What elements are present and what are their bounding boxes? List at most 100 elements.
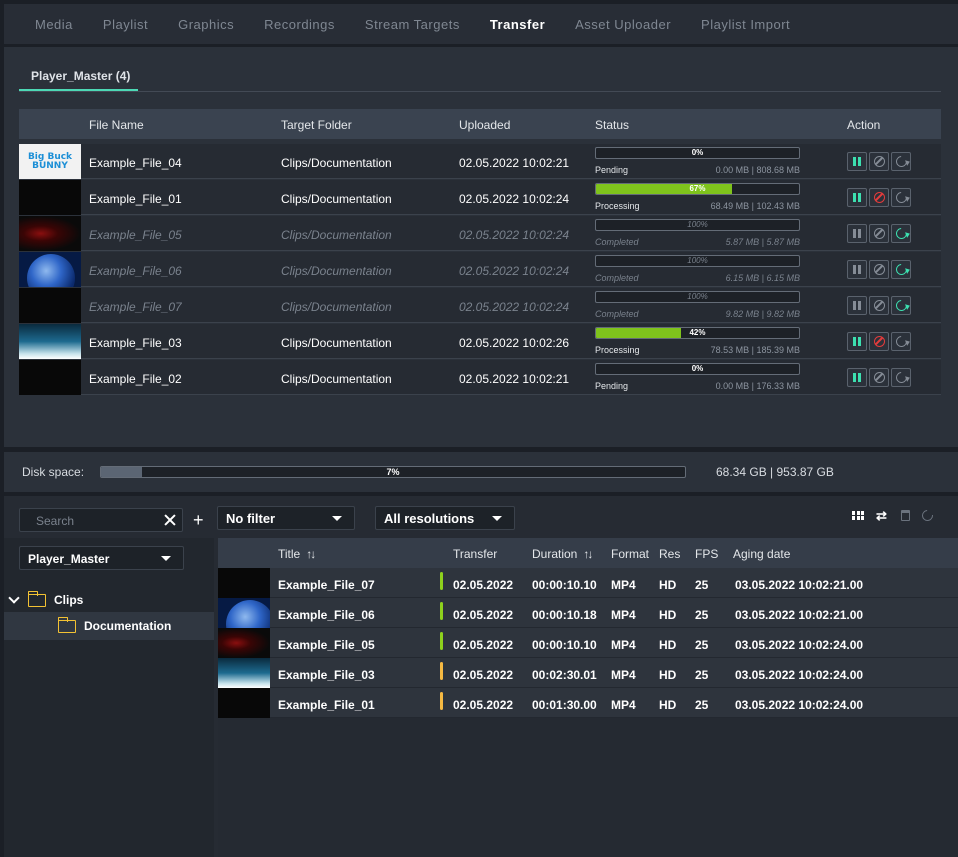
header-status[interactable]: Status xyxy=(595,118,629,132)
progress-bar: 67% xyxy=(595,183,800,195)
header-format[interactable]: Format xyxy=(611,547,649,561)
header-transfer[interactable]: Transfer xyxy=(453,547,497,561)
asset-fps: 25 xyxy=(695,578,709,592)
pause-button[interactable] xyxy=(847,224,867,243)
player-value: Player_Master xyxy=(28,552,110,566)
header-title[interactable]: Title ↑↓ xyxy=(278,547,316,561)
progress-bar: 0% xyxy=(595,147,800,159)
asset-row[interactable]: Example_File_05 02.05.2022 00:00:10.10 MP4 H… xyxy=(218,628,958,658)
disk-space-percent: 7% xyxy=(386,467,400,477)
asset-transfer: 02.05.2022 xyxy=(453,668,514,682)
asset-title: Example_File_01 xyxy=(278,698,375,712)
disk-space-label: Disk space: xyxy=(22,465,85,479)
pause-button[interactable] xyxy=(847,188,867,207)
retry-icon xyxy=(893,333,909,350)
pause-button[interactable] xyxy=(847,332,867,351)
grid-view-icon[interactable] xyxy=(852,510,864,521)
retry-button[interactable] xyxy=(891,152,911,171)
transfer-row[interactable]: Example_File_06 Clips/Documentation 02.05.… xyxy=(19,252,941,287)
pause-icon xyxy=(853,373,861,382)
transfer-flag xyxy=(440,602,443,620)
cancel-button[interactable] xyxy=(869,332,889,351)
retry-button[interactable] xyxy=(891,368,911,387)
player-dropdown[interactable]: Player_Master xyxy=(19,546,184,570)
cancel-button[interactable] xyxy=(869,260,889,279)
retry-button[interactable] xyxy=(891,188,911,207)
asset-row[interactable]: Example_File_07 02.05.2022 00:00:10.10 MP4 H… xyxy=(218,568,958,598)
header-fps[interactable]: FPS xyxy=(695,547,718,561)
transfer-row[interactable]: Example_File_05 Clips/Documentation 02.05.… xyxy=(19,216,941,251)
retry-button[interactable] xyxy=(891,332,911,351)
status-label: Completed xyxy=(595,273,639,283)
resolution-dropdown[interactable]: All resolutions xyxy=(375,506,515,530)
thumbnail xyxy=(19,180,81,215)
asset-row[interactable]: Example_File_03 02.05.2022 00:02:30.01 MP4 H… xyxy=(218,658,958,688)
chevron-down-icon[interactable] xyxy=(8,592,20,604)
pause-button[interactable] xyxy=(847,368,867,387)
transfer-row[interactable]: Example_File_01 Clips/Documentation 02.05.… xyxy=(19,180,941,215)
reload-icon[interactable] xyxy=(919,507,936,524)
tab-transfer[interactable]: Transfer xyxy=(490,17,545,32)
transfer-row[interactable]: Example_File_07 Clips/Documentation 02.05.… xyxy=(19,288,941,323)
target-folder: Clips/Documentation xyxy=(281,228,392,242)
filter-dropdown[interactable]: No filter xyxy=(217,506,355,530)
player-subtab[interactable]: Player_Master (4) xyxy=(19,67,138,91)
pause-button[interactable] xyxy=(847,260,867,279)
tab-playlist-import[interactable]: Playlist Import xyxy=(701,17,790,32)
asset-aging-date: 03.05.2022 10:02:24.00 xyxy=(735,668,864,682)
header-file-name[interactable]: File Name xyxy=(89,118,144,132)
uploaded-time: 02.05.2022 10:02:24 xyxy=(459,300,570,314)
header-aging-date[interactable]: Aging date xyxy=(733,547,790,561)
cancel-icon xyxy=(873,156,885,167)
retry-button[interactable] xyxy=(891,224,911,243)
search-input[interactable]: Search xyxy=(19,508,183,532)
header-target-folder[interactable]: Target Folder xyxy=(281,118,352,132)
add-icon[interactable]: + xyxy=(193,508,204,532)
retry-button[interactable] xyxy=(891,296,911,315)
cancel-icon xyxy=(873,372,885,383)
transfer-row[interactable]: Example_File_03 Clips/Documentation 02.05.… xyxy=(19,324,941,359)
tab-graphics[interactable]: Graphics xyxy=(178,17,234,32)
thumbnail xyxy=(19,324,81,359)
asset-aging-date: 03.05.2022 10:02:24.00 xyxy=(735,698,864,712)
transfer-row[interactable]: Big Buck BUNNY Example_File_04 Clips/Docume… xyxy=(19,144,941,179)
progress-percent: 67% xyxy=(689,184,706,193)
tree-item-documentation[interactable]: Documentation xyxy=(4,612,214,640)
asset-row[interactable]: Example_File_06 02.05.2022 00:00:10.18 MP4 H… xyxy=(218,598,958,628)
chevron-down-icon xyxy=(492,516,502,521)
tab-stream-targets[interactable]: Stream Targets xyxy=(365,17,460,32)
subtab-divider xyxy=(19,91,941,92)
transfer-row[interactable]: Example_File_02 Clips/Documentation 02.05.… xyxy=(19,360,941,395)
pause-button[interactable] xyxy=(847,152,867,171)
sort-icon[interactable]: ↑↓ xyxy=(583,547,593,561)
trash-icon[interactable] xyxy=(901,510,910,521)
sort-icon[interactable]: ↑↓ xyxy=(306,547,316,561)
transfer-status: 42% Processing 78.53 MB | 185.39 MB xyxy=(595,327,800,357)
row-actions xyxy=(847,368,911,387)
cancel-button[interactable] xyxy=(869,368,889,387)
header-res[interactable]: Res xyxy=(659,547,680,561)
tab-playlist[interactable]: Playlist xyxy=(103,17,148,32)
tab-recordings[interactable]: Recordings xyxy=(264,17,335,32)
asset-transfer: 02.05.2022 xyxy=(453,698,514,712)
retry-icon xyxy=(893,225,909,242)
progress-bar: 0% xyxy=(595,363,800,375)
asset-row[interactable]: Example_File_01 02.05.2022 00:01:30.00 MP4 H… xyxy=(218,688,958,718)
tab-media[interactable]: Media xyxy=(35,17,73,32)
transfer-status: 100% Completed 5.87 MB | 5.87 MB xyxy=(595,219,800,249)
header-uploaded[interactable]: Uploaded xyxy=(459,118,510,132)
retry-button[interactable] xyxy=(891,260,911,279)
cancel-button[interactable] xyxy=(869,188,889,207)
clear-search-icon[interactable] xyxy=(164,513,176,527)
pause-button[interactable] xyxy=(847,296,867,315)
sync-icon[interactable]: ⇄ xyxy=(876,509,889,522)
cancel-button[interactable] xyxy=(869,152,889,171)
tree-item-clips[interactable]: Clips xyxy=(8,590,84,610)
file-name: Example_File_01 xyxy=(89,192,182,206)
asset-format: MP4 xyxy=(611,578,636,592)
tab-asset-uploader[interactable]: Asset Uploader xyxy=(575,17,671,32)
cancel-button[interactable] xyxy=(869,224,889,243)
tree-item-label: Clips xyxy=(54,593,84,607)
header-duration[interactable]: Duration ↑↓ xyxy=(532,547,593,561)
cancel-button[interactable] xyxy=(869,296,889,315)
